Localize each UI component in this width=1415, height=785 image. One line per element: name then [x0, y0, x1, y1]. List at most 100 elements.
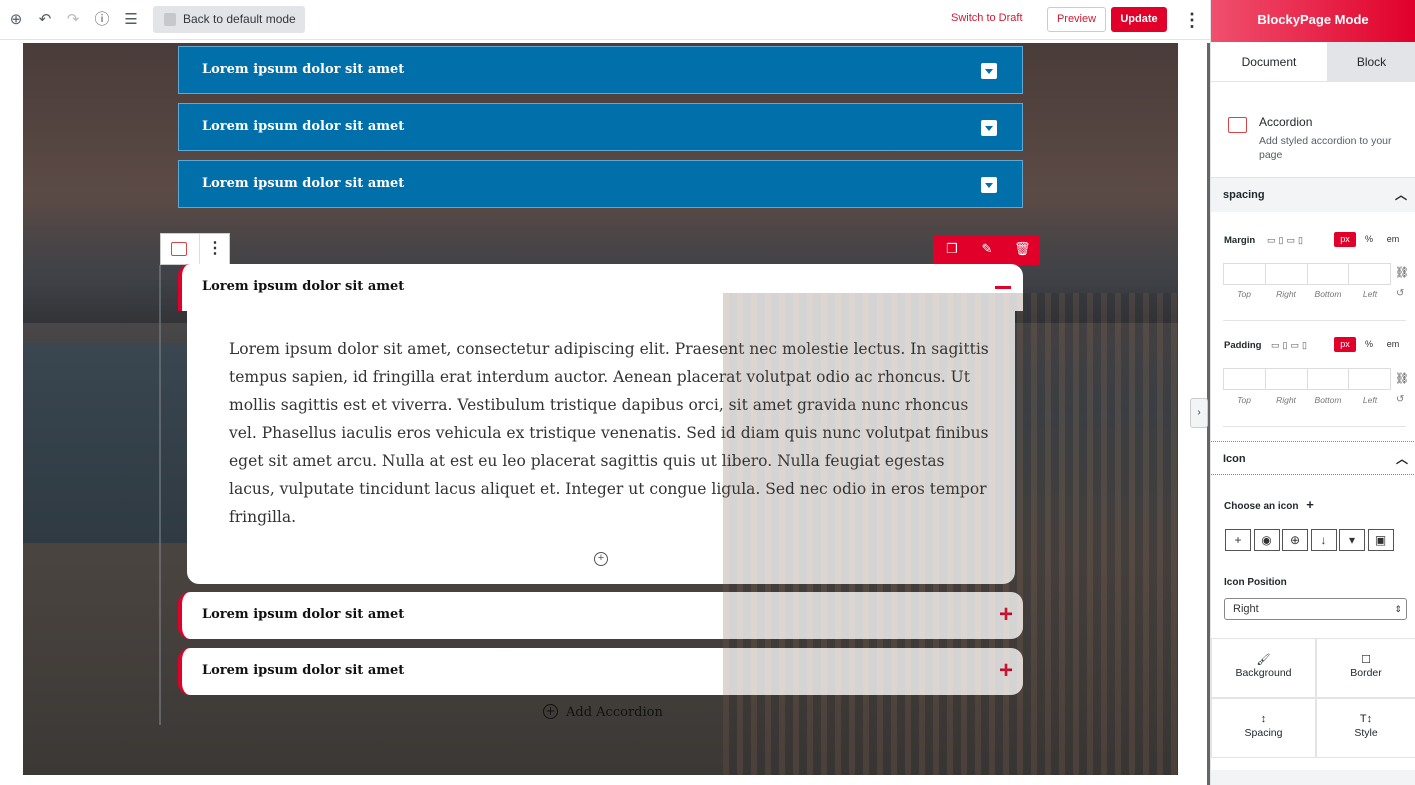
editor-toolbar: ⊕ ↶ ↷ ⓘ ☰ Back to default mode Switch to…	[0, 0, 1210, 40]
chevron-up-icon: ︿	[1394, 188, 1407, 202]
style-button[interactable]: T↕ Style	[1316, 698, 1415, 758]
sidebar-toggle-icon[interactable]: ›	[1190, 398, 1208, 428]
divider	[199, 234, 200, 264]
accordion-title: Lorem ipsum dolor sit amet	[202, 119, 405, 134]
square-caret-down-icon[interactable]: ▣	[1367, 529, 1394, 551]
circle-arrow-down-icon[interactable]: ⊕	[1282, 529, 1308, 551]
accordion-title: Lorem ipsum dolor sit amet	[202, 62, 405, 77]
block-toolbar: ⋮	[160, 233, 230, 265]
reset-icon[interactable]: ↺	[1396, 288, 1404, 299]
margin-side-labels: Top Right Bottom Left	[1237, 289, 1378, 299]
padding-label: Padding	[1224, 340, 1262, 351]
preview-button[interactable]: Preview	[1047, 7, 1106, 32]
accordion-item-blue[interactable]: Lorem ipsum dolor sit amet	[178, 103, 1023, 151]
unit-em[interactable]: em	[1382, 232, 1404, 247]
accordion-item-blue[interactable]: Lorem ipsum dolor sit amet	[178, 46, 1023, 94]
plus-icon[interactable]: +	[999, 659, 1013, 683]
block-more-icon[interactable]: ⋮	[207, 238, 223, 258]
info-icon[interactable]: ⓘ	[92, 10, 112, 30]
update-button[interactable]: Update	[1111, 7, 1167, 32]
block-name: Accordion	[1259, 115, 1313, 129]
tab-document[interactable]: Document	[1211, 42, 1327, 82]
undo-icon[interactable]: ↶	[35, 10, 55, 30]
circle-down-icon[interactable]: ◉	[1253, 529, 1280, 551]
accordion-title: Lorem ipsum dolor sit amet	[202, 176, 405, 191]
icon-position-label: Icon Position	[1224, 577, 1287, 588]
accordion-block-icon	[1228, 117, 1247, 133]
square-icon: ☐	[1361, 654, 1371, 666]
add-block-icon[interactable]: +	[594, 552, 608, 566]
caret-down-icon	[981, 177, 997, 193]
caret-down-icon[interactable]: ▾	[1339, 529, 1365, 551]
minus-icon[interactable]	[995, 286, 1011, 289]
more-options-icon[interactable]: ⋮	[1183, 10, 1201, 30]
next-panel-header[interactable]	[1211, 770, 1415, 785]
button-label: Spacing	[1244, 727, 1283, 739]
padding-inputs[interactable]	[1223, 368, 1391, 390]
unit-px[interactable]: px	[1334, 232, 1356, 247]
margin-inputs[interactable]	[1223, 263, 1391, 285]
choose-icon-label: Choose an icon +	[1224, 497, 1314, 512]
accordion-item-tools: ❐ ✎ 🗑	[933, 235, 1040, 265]
block-card: Accordion Add styled accordion to your p…	[1211, 82, 1415, 178]
unit-em[interactable]: em	[1382, 337, 1404, 352]
button-label: Background	[1235, 667, 1292, 679]
select-arrows-icon: ⇕	[1394, 604, 1402, 614]
unit-percent[interactable]: %	[1358, 232, 1380, 247]
tab-block[interactable]: Block	[1327, 42, 1415, 82]
editor-canvas: Lorem ipsum dolor sit amet Lorem ipsum d…	[23, 43, 1178, 775]
spacing-panel-toggle[interactable]: spacing ︿	[1211, 178, 1415, 212]
margin-label: Margin	[1224, 235, 1256, 246]
background-button[interactable]: 🖌 Background	[1211, 638, 1316, 698]
redo-icon[interactable]: ↷	[63, 10, 83, 30]
background-image	[23, 343, 203, 543]
add-circle-icon: +	[543, 704, 558, 719]
switch-to-draft-link[interactable]: Switch to Draft	[951, 12, 1023, 24]
accordion-item[interactable]: Lorem ipsum dolor sit amet +	[178, 592, 1023, 639]
device-icons[interactable]: ▭▯▭▯	[1267, 235, 1306, 246]
accordion-block-icon[interactable]	[171, 242, 187, 256]
unit-percent[interactable]: %	[1358, 337, 1380, 352]
back-label: Back to default mode	[183, 12, 296, 26]
plus-icon[interactable]: +	[999, 603, 1013, 627]
accordion-item[interactable]: Lorem ipsum dolor sit amet +	[178, 648, 1023, 695]
settings-sidebar: BlockyPage Mode Document Block Accordion…	[1210, 0, 1415, 785]
device-icons[interactable]: ▭▯▭▯	[1271, 340, 1310, 351]
divider	[1223, 426, 1406, 427]
border-button[interactable]: ☐ Border	[1316, 638, 1415, 698]
accordion-body-text[interactable]: Lorem ipsum dolor sit amet, consectetur …	[229, 335, 989, 531]
divider	[1223, 320, 1406, 321]
accordion-title: Lorem ipsum dolor sit amet	[202, 279, 405, 294]
link-values-icon[interactable]: ⛓	[1395, 266, 1409, 279]
accordion-item-blue[interactable]: Lorem ipsum dolor sit amet	[178, 160, 1023, 208]
arrow-down-icon[interactable]: ↓	[1310, 529, 1337, 551]
accordion-item-open[interactable]: Lorem ipsum dolor sit amet	[178, 264, 1023, 311]
caret-down-icon	[981, 120, 997, 136]
delete-icon[interactable]: 🗑	[1014, 241, 1031, 257]
sidebar-title: BlockyPage Mode	[1211, 0, 1415, 42]
plus-icon[interactable]: +	[1225, 529, 1251, 551]
edit-icon[interactable]: ✎	[979, 241, 995, 257]
icon-position-select[interactable]: Right ⇕	[1224, 598, 1407, 620]
accordion-title: Lorem ipsum dolor sit amet	[202, 663, 405, 678]
icon-choices: + ◉ ⊕ ↓ ▾ ▣	[1225, 529, 1396, 551]
add-block-icon[interactable]: ⊕	[6, 10, 26, 30]
link-values-icon[interactable]: ⛓	[1395, 372, 1409, 385]
block-outline	[159, 265, 161, 725]
add-accordion-label: Add Accordion	[566, 705, 663, 720]
chevron-up-icon: ︿	[1395, 452, 1408, 466]
button-label: Style	[1354, 727, 1378, 739]
text-style-icon: T↕	[1359, 713, 1373, 725]
block-description: Add styled accordion to your page	[1259, 135, 1392, 161]
plus-icon[interactable]: +	[1306, 497, 1314, 512]
button-label: Border	[1350, 667, 1382, 679]
back-to-default-button[interactable]: Back to default mode	[153, 6, 305, 33]
unit-px[interactable]: px	[1334, 337, 1356, 352]
icon-position-value: Right	[1233, 603, 1259, 615]
outline-icon[interactable]: ☰	[121, 10, 141, 30]
reset-icon[interactable]: ↺	[1396, 394, 1404, 405]
add-accordion-button[interactable]: + Add Accordion	[543, 704, 663, 720]
spacing-button[interactable]: ↕ Spacing	[1211, 698, 1316, 758]
duplicate-icon[interactable]: ❐	[944, 241, 960, 257]
icon-panel-toggle[interactable]: Icon ︿	[1211, 441, 1415, 475]
